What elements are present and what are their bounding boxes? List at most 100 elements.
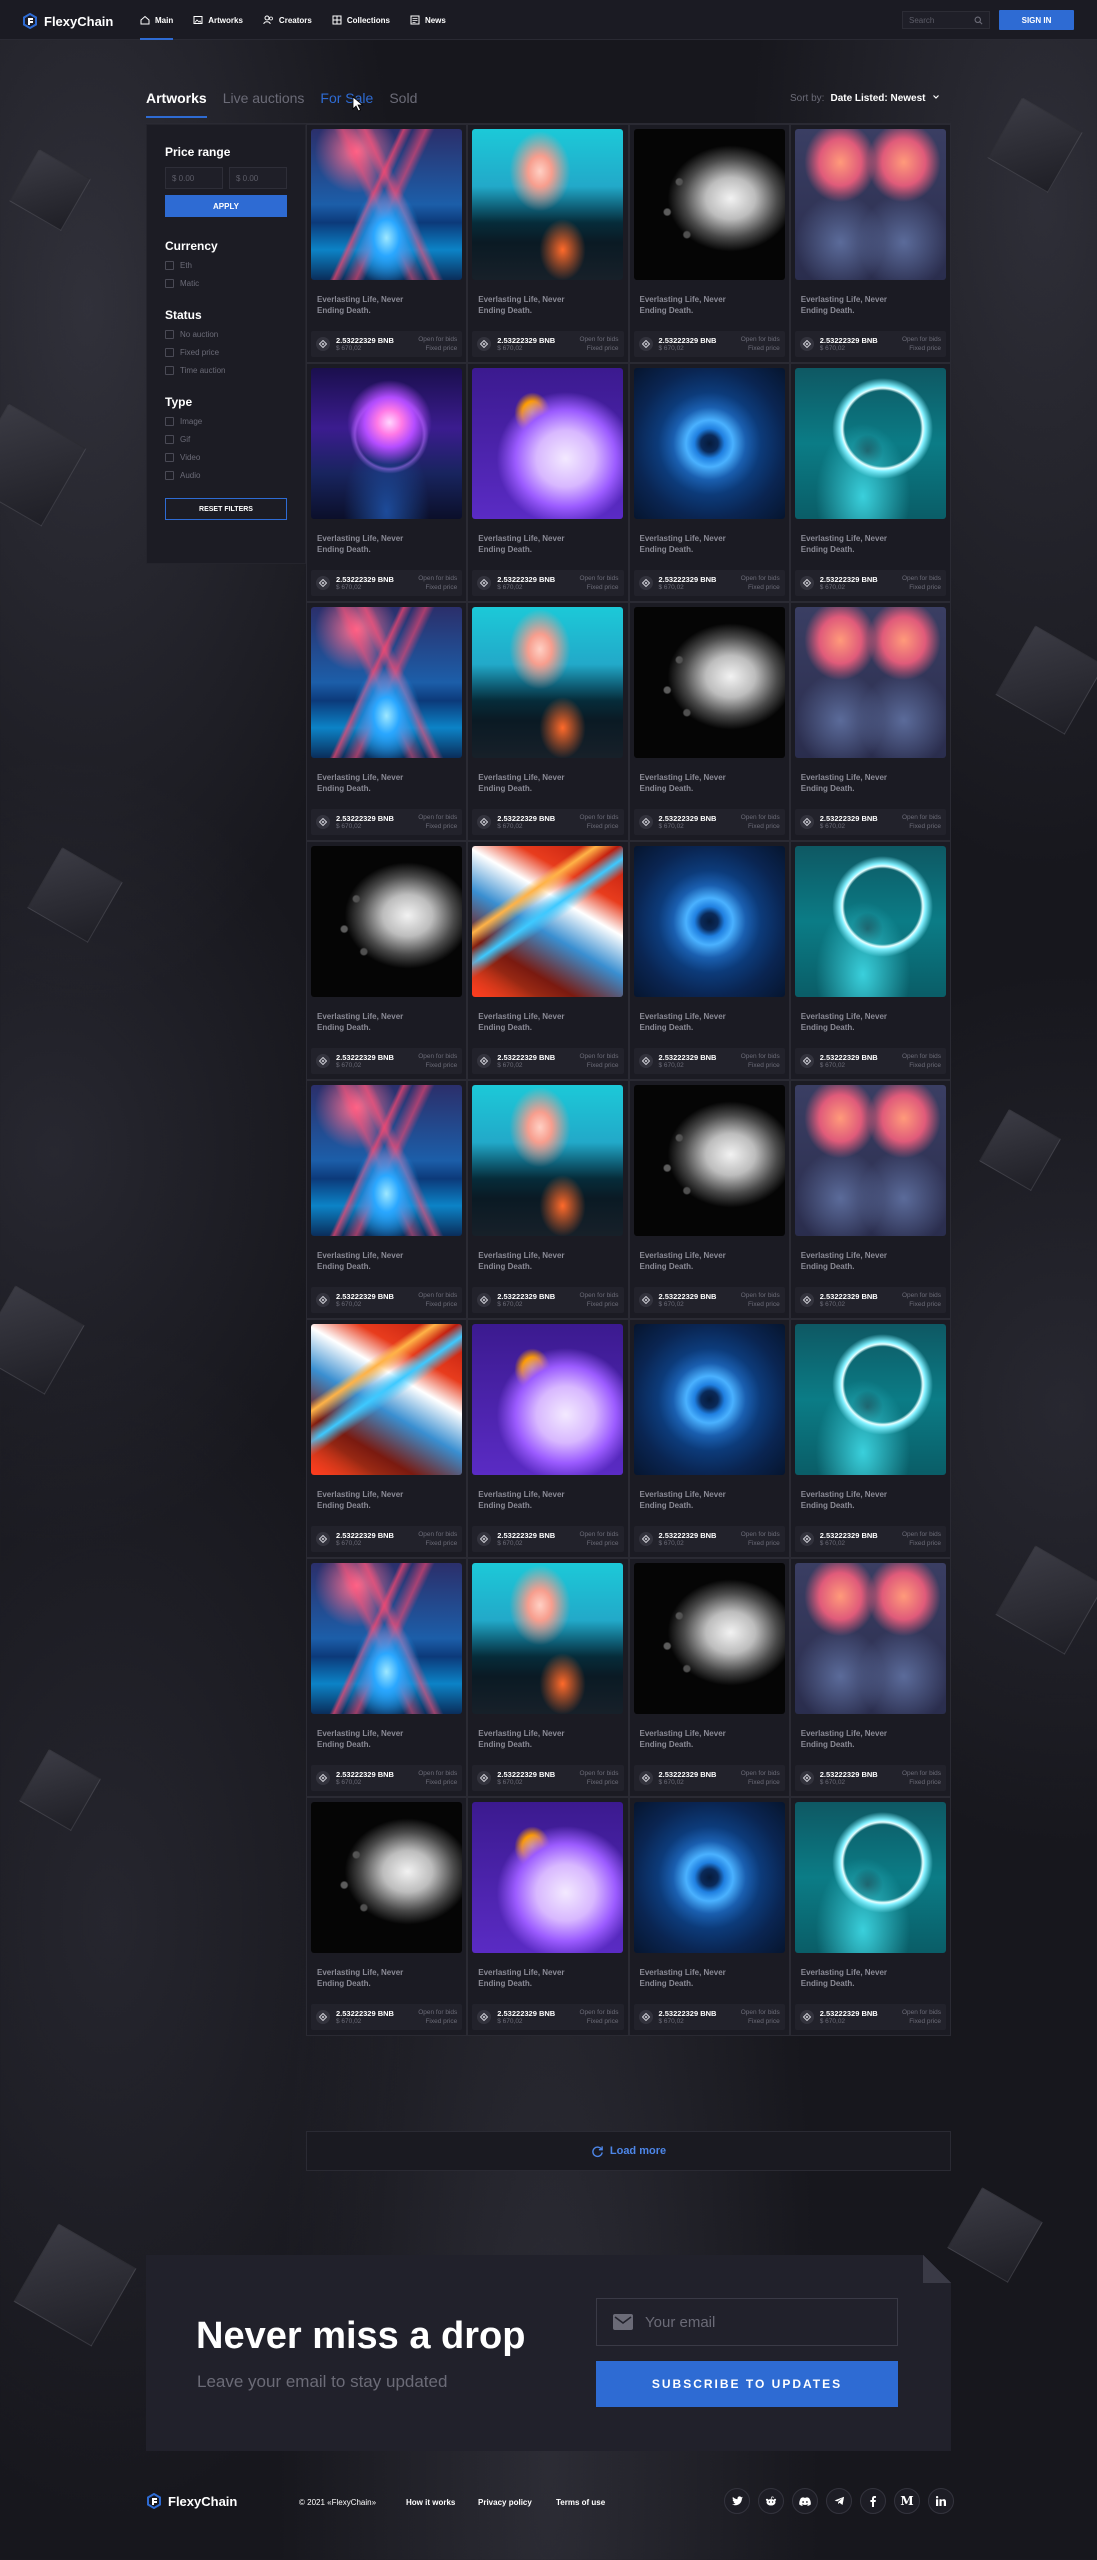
artwork-card[interactable]: Everlasting Life, Never Ending Death. 2.… (306, 1319, 468, 1558)
sort-dropdown[interactable]: Sort by: Date Listed: Newest (790, 93, 940, 104)
nav-item-collections[interactable]: Collections (332, 0, 390, 40)
checkbox-box[interactable] (165, 279, 174, 288)
artwork-card[interactable]: Everlasting Life, Never Ending Death. 2.… (789, 363, 951, 602)
artwork-image-planet[interactable] (311, 368, 462, 519)
checkbox-box[interactable] (165, 453, 174, 462)
artwork-image-portal[interactable] (794, 1324, 946, 1475)
logo[interactable]: FlexyChain (22, 13, 113, 29)
sign-in-button[interactable]: SIGN IN (999, 10, 1074, 30)
load-more-button[interactable]: Load more (306, 2131, 951, 2171)
checkbox-eth[interactable]: Eth (165, 261, 305, 270)
artwork-image-abstract[interactable] (472, 846, 624, 997)
checkbox-image[interactable]: Image (165, 417, 305, 426)
artwork-card[interactable]: Everlasting Life, Never Ending Death. 2.… (789, 602, 951, 841)
artwork-image-abstract[interactable] (311, 1324, 462, 1475)
artwork-image-tvhead[interactable] (794, 1563, 946, 1714)
artwork-card[interactable]: Everlasting Life, Never Ending Death. 2.… (628, 124, 790, 363)
artwork-card[interactable]: Everlasting Life, Never Ending Death. 2.… (467, 1080, 629, 1319)
artwork-image-tunnel[interactable] (311, 607, 462, 758)
checkbox-box[interactable] (165, 348, 174, 357)
artwork-card[interactable]: Everlasting Life, Never Ending Death. 2.… (789, 124, 951, 363)
artwork-image-portal[interactable] (794, 846, 946, 997)
artwork-image-thinker[interactable] (472, 1324, 624, 1475)
checkbox-video[interactable]: Video (165, 453, 305, 462)
footer-link-terms[interactable]: Terms of use (556, 2498, 605, 2507)
checkbox-box[interactable] (165, 435, 174, 444)
artwork-card[interactable]: Everlasting Life, Never Ending Death. 2.… (306, 1080, 468, 1319)
artwork-card[interactable]: Everlasting Life, Never Ending Death. 2.… (628, 1319, 790, 1558)
checkbox-matic[interactable]: Matic (165, 279, 305, 288)
artwork-card[interactable]: Everlasting Life, Never Ending Death. 2.… (467, 841, 629, 1080)
artwork-image-ocean[interactable] (472, 129, 624, 280)
artwork-card[interactable]: Everlasting Life, Never Ending Death. 2.… (306, 1558, 468, 1797)
artwork-image-eye[interactable] (633, 1802, 785, 1953)
artwork-image-tunnel[interactable] (311, 1085, 462, 1236)
artwork-image-face[interactable] (633, 607, 785, 758)
artwork-card[interactable]: Everlasting Life, Never Ending Death. 2.… (467, 124, 629, 363)
artwork-card[interactable]: Everlasting Life, Never Ending Death. 2.… (467, 363, 629, 602)
footer-link-how-it-works[interactable]: How it works (406, 2498, 455, 2507)
artwork-card[interactable]: Everlasting Life, Never Ending Death. 2.… (306, 841, 468, 1080)
checkbox-audio[interactable]: Audio (165, 471, 305, 480)
artwork-card[interactable]: Everlasting Life, Never Ending Death. 2.… (628, 363, 790, 602)
checkbox-box[interactable] (165, 417, 174, 426)
artwork-card[interactable]: Everlasting Life, Never Ending Death. 2.… (306, 124, 468, 363)
artwork-image-face[interactable] (311, 846, 462, 997)
checkbox-no-auction[interactable]: No auction (165, 330, 305, 339)
search-icon[interactable] (974, 16, 983, 25)
telegram-icon[interactable] (826, 2488, 852, 2514)
artwork-card[interactable]: Everlasting Life, Never Ending Death. 2.… (789, 1558, 951, 1797)
tab-artworks[interactable]: Artworks (146, 90, 207, 118)
checkbox-fixed-price[interactable]: Fixed price (165, 348, 305, 357)
tab-for-sale[interactable]: For Sale (320, 90, 373, 116)
checkbox-box[interactable] (165, 366, 174, 375)
price-min-input[interactable]: $ 0.00 (165, 167, 223, 189)
artwork-card[interactable]: Everlasting Life, Never Ending Death. 2.… (628, 1797, 790, 2036)
checkbox-box[interactable] (165, 330, 174, 339)
artwork-image-face[interactable] (633, 1085, 785, 1236)
artwork-image-eye[interactable] (633, 368, 785, 519)
artwork-image-tvhead[interactable] (794, 1085, 946, 1236)
artwork-image-portal[interactable] (794, 1802, 946, 1953)
checkbox-box[interactable] (165, 261, 174, 270)
discord-icon[interactable] (792, 2488, 818, 2514)
tab-live-auctions[interactable]: Live auctions (223, 90, 305, 116)
artwork-card[interactable]: Everlasting Life, Never Ending Death. 2.… (306, 363, 468, 602)
artwork-image-face[interactable] (311, 1802, 462, 1953)
artwork-image-thinker[interactable] (472, 368, 624, 519)
artwork-card[interactable]: Everlasting Life, Never Ending Death. 2.… (306, 1797, 468, 2036)
artwork-card[interactable]: Everlasting Life, Never Ending Death. 2.… (628, 841, 790, 1080)
email-input[interactable]: Your email (596, 2298, 898, 2346)
medium-icon[interactable]: M (894, 2488, 920, 2514)
nav-item-artworks[interactable]: Artworks (193, 0, 243, 40)
artwork-card[interactable]: Everlasting Life, Never Ending Death. 2.… (467, 1319, 629, 1558)
artwork-card[interactable]: Everlasting Life, Never Ending Death. 2.… (467, 1797, 629, 2036)
artwork-image-tunnel[interactable] (311, 1563, 462, 1714)
artwork-card[interactable]: Everlasting Life, Never Ending Death. 2.… (628, 1558, 790, 1797)
artwork-image-ocean[interactable] (472, 607, 624, 758)
price-max-input[interactable]: $ 0.00 (229, 167, 287, 189)
artwork-card[interactable]: Everlasting Life, Never Ending Death. 2.… (306, 602, 468, 841)
tab-sold[interactable]: Sold (389, 90, 417, 116)
artwork-image-portal[interactable] (794, 368, 946, 519)
artwork-card[interactable]: Everlasting Life, Never Ending Death. 2.… (467, 1558, 629, 1797)
linkedin-icon[interactable] (928, 2488, 954, 2514)
checkbox-box[interactable] (165, 471, 174, 480)
artwork-image-tvhead[interactable] (794, 129, 946, 280)
footer-link-privacy-policy[interactable]: Privacy policy (478, 2498, 532, 2507)
nav-item-main[interactable]: Main (140, 0, 174, 40)
checkbox-gif[interactable]: Gif (165, 435, 305, 444)
artwork-image-face[interactable] (633, 1563, 785, 1714)
nav-item-news[interactable]: News (410, 0, 446, 40)
apply-button[interactable]: APPLY (165, 195, 287, 217)
artwork-image-tunnel[interactable] (311, 129, 462, 280)
artwork-card[interactable]: Everlasting Life, Never Ending Death. 2.… (789, 841, 951, 1080)
artwork-card[interactable]: Everlasting Life, Never Ending Death. 2.… (789, 1080, 951, 1319)
artwork-image-face[interactable] (633, 129, 785, 280)
reset-filters-button[interactable]: RESET FILTERS (165, 498, 287, 520)
artwork-image-eye[interactable] (633, 1324, 785, 1475)
twitter-icon[interactable] (724, 2488, 750, 2514)
artwork-image-ocean[interactable] (472, 1563, 624, 1714)
checkbox-time-auction[interactable]: Time auction (165, 366, 305, 375)
artwork-image-tvhead[interactable] (794, 607, 946, 758)
